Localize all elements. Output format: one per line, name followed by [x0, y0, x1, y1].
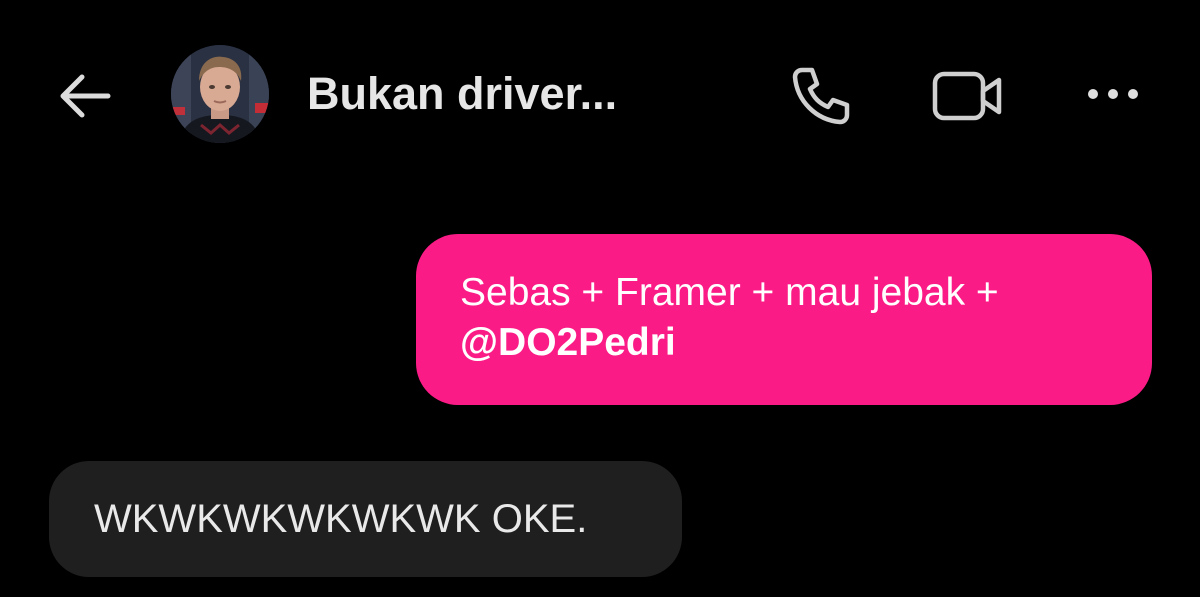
profile-photo-icon	[171, 45, 269, 143]
outgoing-message-text: Sebas + Framer + mau jebak +	[460, 271, 999, 314]
chat-header: Bukan driver...	[0, 0, 1200, 190]
back-button[interactable]	[56, 68, 116, 124]
incoming-message-text: WKWKWKWKWKWK OKE.	[94, 497, 588, 541]
video-camera-icon	[932, 71, 1002, 121]
voice-call-button[interactable]	[788, 62, 854, 128]
more-horizontal-icon	[1088, 89, 1138, 99]
arrow-left-icon	[60, 74, 111, 118]
phone-icon	[792, 67, 850, 125]
user-mention-link[interactable]: @DO2Pedri	[460, 318, 1112, 368]
more-options-button[interactable]	[1080, 74, 1146, 114]
avatar[interactable]	[171, 45, 269, 143]
video-call-button[interactable]	[930, 66, 1006, 126]
incoming-message-bubble[interactable]: WKWKWKWKWKWK OKE.	[49, 461, 682, 577]
conversation-title[interactable]: Bukan driver...	[307, 66, 617, 122]
outgoing-message-bubble[interactable]: Sebas + Framer + mau jebak + @DO2Pedri	[416, 234, 1152, 405]
